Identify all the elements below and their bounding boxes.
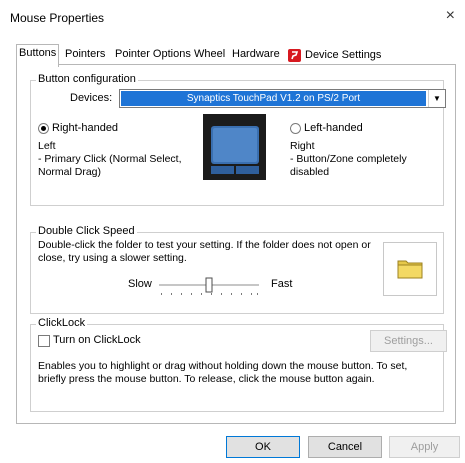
fast-label: Fast: [271, 278, 293, 290]
right-handed-label[interactable]: Right-handed: [52, 122, 118, 134]
ok-button[interactable]: OK: [226, 436, 300, 458]
devices-dropdown[interactable]: Synaptics TouchPad V1.2 on PS/2 Port ▼: [119, 89, 446, 108]
left-handed-radio[interactable]: [290, 123, 301, 134]
tab-buttons[interactable]: Buttons: [16, 44, 60, 67]
button-configuration-legend: Button configuration: [36, 73, 138, 85]
apply-button[interactable]: Apply: [389, 436, 460, 458]
double-click-description: Double-click the folder to test your set…: [38, 239, 371, 264]
clicklock-description: Enables you to highlight or drag without…: [38, 360, 408, 385]
left-button-description: Left - Primary Click (Normal Select, Nor…: [38, 140, 182, 178]
left-handed-label[interactable]: Left-handed: [304, 122, 363, 134]
chevron-down-icon[interactable]: ▼: [428, 90, 445, 107]
tab-hardware[interactable]: Hardware: [230, 46, 282, 65]
clicklock-checkbox[interactable]: [38, 335, 50, 347]
folder-icon: [397, 257, 423, 282]
clicklock-checkbox-label[interactable]: Turn on ClickLock: [53, 334, 141, 346]
double-click-speed-legend: Double Click Speed: [36, 225, 137, 237]
cancel-button[interactable]: Cancel: [308, 436, 382, 458]
devices-label: Devices:: [70, 92, 113, 104]
test-folder-button[interactable]: [383, 242, 437, 296]
slow-label: Slow: [128, 278, 152, 290]
touchpad-image: [203, 114, 266, 180]
clicklock-settings-button[interactable]: Settings...: [370, 330, 447, 352]
devices-selected-value: Synaptics TouchPad V1.2 on PS/2 Port: [121, 91, 426, 106]
double-click-speed-slider[interactable]: [159, 277, 259, 295]
right-button-description: Right - Button/Zone completely disabled: [290, 140, 407, 178]
synaptics-icon: [288, 49, 301, 62]
tab-device-settings-label: Device Settings: [305, 49, 382, 61]
window-title: Mouse Properties: [10, 11, 105, 25]
tab-wheel[interactable]: Wheel: [192, 46, 227, 65]
tab-device-settings[interactable]: Device Settings: [286, 46, 383, 65]
tab-pointers[interactable]: Pointers: [63, 46, 107, 65]
right-handed-radio[interactable]: [38, 123, 49, 134]
tab-pointer-options[interactable]: Pointer Options: [113, 46, 193, 65]
clicklock-legend: ClickLock: [36, 317, 88, 329]
close-button[interactable]: ×: [446, 7, 455, 25]
